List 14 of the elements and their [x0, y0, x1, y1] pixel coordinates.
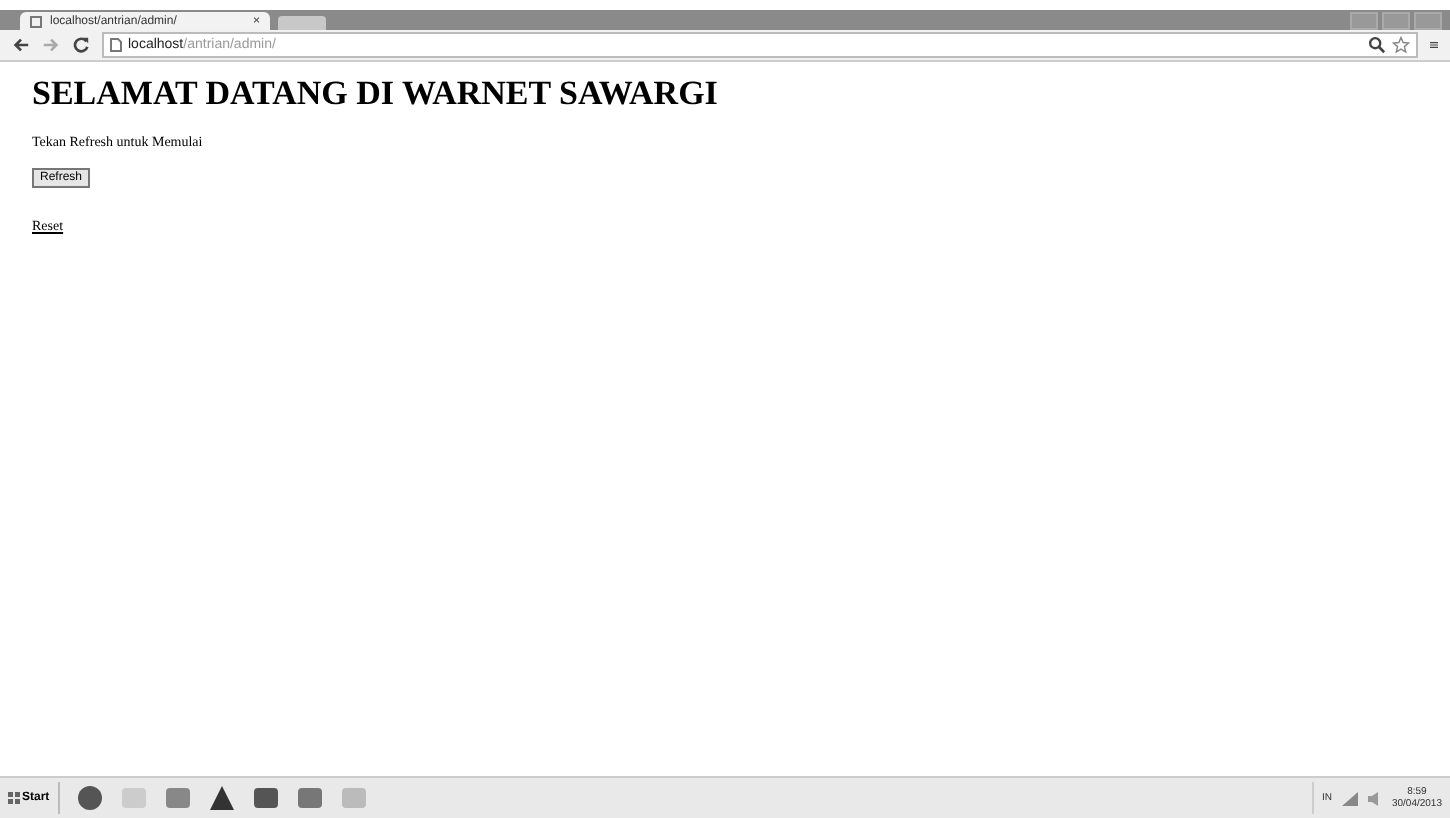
browser-icon[interactable] [75, 784, 104, 812]
page-icon [110, 38, 122, 52]
forward-icon[interactable] [42, 36, 60, 54]
network-icon[interactable] [1341, 791, 1358, 805]
page-heading: SELAMAT DATANG DI WARNET SAWARGI [32, 74, 720, 114]
search-icon[interactable] [1368, 36, 1386, 54]
reload-icon[interactable] [72, 36, 90, 54]
page-icon [30, 15, 42, 27]
speaker-icon[interactable] [1367, 791, 1382, 805]
windows-logo-icon [8, 792, 20, 804]
star-icon[interactable] [1392, 36, 1410, 54]
triangle-logo-icon[interactable] [207, 784, 236, 812]
square-logo-icon[interactable] [251, 784, 280, 812]
back-icon[interactable] [12, 36, 30, 54]
